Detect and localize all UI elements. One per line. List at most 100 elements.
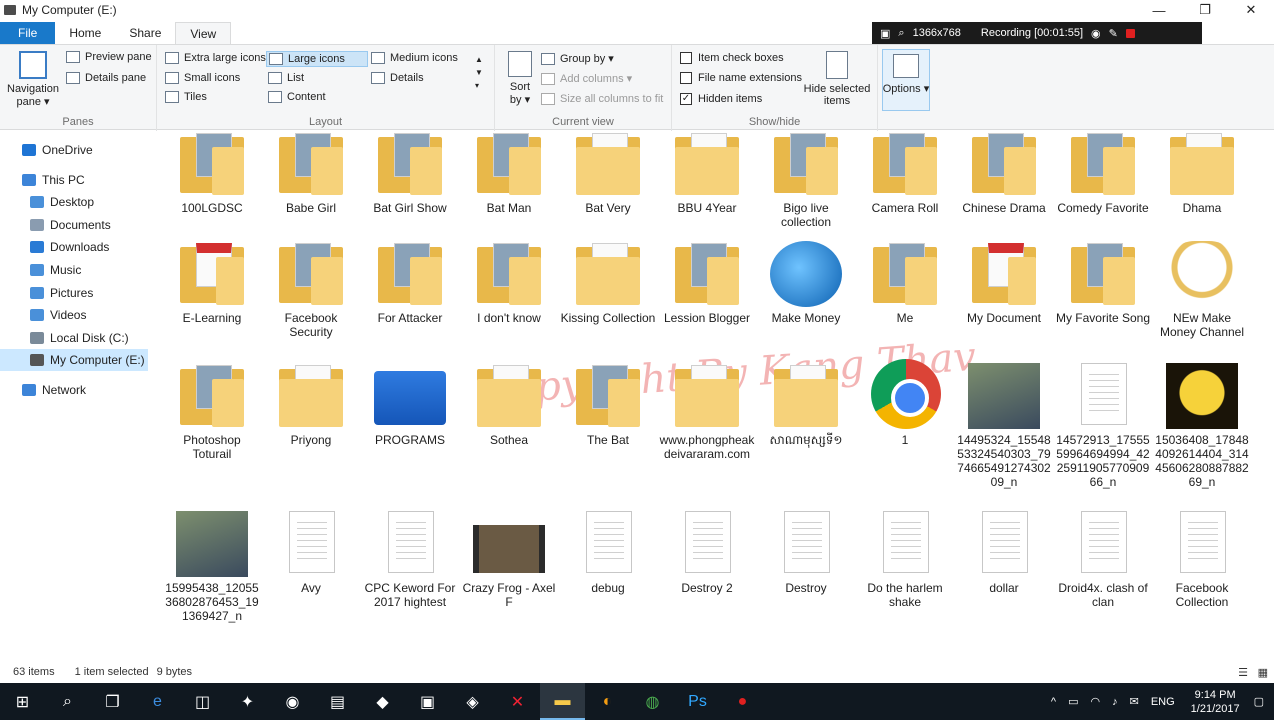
layout-tiles[interactable]: Tiles <box>165 91 207 103</box>
show-hidden-icons[interactable]: ^ <box>1051 696 1056 708</box>
language-indicator[interactable]: ENG <box>1151 696 1175 708</box>
minimize-button[interactable]: — <box>1136 0 1182 20</box>
add-columns-button[interactable]: Add columns ▾ <box>541 72 632 85</box>
clock[interactable]: 9:14 PM 1/21/2017 <box>1191 688 1240 716</box>
layout-content[interactable]: Content <box>268 91 326 103</box>
document-icon <box>671 511 743 575</box>
zoom-icon[interactable]: ⌕ <box>898 27 904 40</box>
file-name: Priyong <box>290 433 332 447</box>
tab-home[interactable]: Home <box>55 22 115 44</box>
tab-view[interactable]: View <box>175 22 232 44</box>
task-view-icon[interactable]: ❐ <box>90 683 135 720</box>
nav-item-onedrive[interactable]: OneDrive <box>0 139 148 161</box>
folder-icon <box>176 363 248 427</box>
file-name-extensions-checkbox[interactable] <box>680 72 692 84</box>
nav-item-music[interactable]: Music <box>0 259 148 281</box>
nav-item-pictures[interactable]: Pictures <box>0 282 148 304</box>
file-name: BBU 4Year <box>677 201 737 215</box>
recorder-icon[interactable]: ● <box>720 683 765 720</box>
tab-share[interactable]: Share <box>115 22 175 44</box>
nav-item-desktop[interactable]: Desktop <box>0 191 148 213</box>
folder-icon <box>770 363 842 427</box>
group-by-button[interactable]: Group by ▾ <box>541 52 614 65</box>
clock-time: 9:14 PM <box>1194 688 1236 701</box>
app-icon-2[interactable]: ◉ <box>270 683 315 720</box>
layout-extra-large-icons[interactable]: Extra large icons <box>165 52 266 64</box>
action-center-icon[interactable]: ▢ <box>1254 695 1264 708</box>
file-thumbnail-icon <box>473 511 545 575</box>
app-icon-5[interactable]: ▣ <box>405 683 450 720</box>
file-name: I don't know <box>477 311 541 325</box>
stop-icon[interactable] <box>1125 28 1135 38</box>
nav-item-network[interactable]: Network <box>0 379 148 401</box>
nav-item-this-pc[interactable]: This PC <box>0 169 148 191</box>
app-icon-1[interactable]: ✦ <box>225 683 270 720</box>
document-icon <box>374 511 446 575</box>
item-check-boxes-checkbox[interactable] <box>680 52 692 64</box>
notifications-icon[interactable]: ✉ <box>1130 695 1139 708</box>
folder-icon <box>572 241 644 305</box>
file-thumbnail-icon <box>374 363 446 427</box>
chrome-taskbar-icon[interactable]: ◍ <box>630 683 675 720</box>
details-pane-button[interactable]: Details pane <box>66 72 146 84</box>
options-button[interactable]: Options ▾ <box>882 49 930 111</box>
start-icon[interactable]: ⊞ <box>0 683 45 720</box>
extra-large-icons-icon <box>165 52 179 64</box>
layout-details[interactable]: Details <box>371 72 424 84</box>
nav-item-icon <box>22 174 36 186</box>
file-name: 1 <box>901 433 909 447</box>
maximize-button[interactable]: ❐ <box>1182 0 1228 20</box>
nav-item-documents[interactable]: Documents <box>0 214 148 236</box>
folder-icon <box>473 131 545 195</box>
file-name-extensions[interactable]: File name extensions <box>680 72 802 84</box>
layout-large-icons[interactable]: Large icons <box>266 51 368 67</box>
volume-icon[interactable]: ♪ <box>1112 696 1118 708</box>
edge-icon[interactable]: e <box>135 683 180 720</box>
window-controls: — ❐ ✕ <box>1136 0 1274 20</box>
app-icon-7[interactable]: ✕ <box>495 683 540 720</box>
search-icon[interactable]: ⌕ <box>45 683 90 720</box>
sort-by-button[interactable]: Sort by ▾ <box>505 51 535 106</box>
app-icon-4[interactable]: ◆ <box>360 683 405 720</box>
app-icon-6[interactable]: ◈ <box>450 683 495 720</box>
large-icons-view-icon[interactable]: ▦ <box>1258 666 1268 679</box>
file-name: NEw Make Money Channel <box>1159 311 1245 339</box>
hidden-items-checkbox[interactable]: ✓ <box>680 93 692 105</box>
navigation-pane-button[interactable]: Navigation pane ▾ <box>6 51 60 108</box>
details-view-icon[interactable]: ☰ <box>1238 666 1248 679</box>
layout-list[interactable]: List <box>268 72 304 84</box>
battery-icon[interactable]: ▭ <box>1068 695 1078 708</box>
layout-medium-icons[interactable]: Medium icons <box>371 52 458 64</box>
nav-item-icon <box>30 354 44 366</box>
layout-scroll-icon[interactable]: ▲ ▼ ▾ <box>475 53 483 92</box>
nav-item-local-disk-c[interactable]: Local Disk (C:) <box>0 327 148 349</box>
file-explorer-icon[interactable]: ▬ <box>540 683 585 720</box>
group-by-icon <box>541 52 555 65</box>
preview-pane-button[interactable]: Preview pane <box>66 51 152 63</box>
size-columns-button[interactable]: Size all columns to fit <box>541 93 663 105</box>
nav-item-my-computer-e[interactable]: My Computer (E:) <box>0 349 148 371</box>
file-name: 15036408_178484092614404_314456062808878… <box>1155 433 1249 489</box>
item-check-boxes[interactable]: Item check boxes <box>680 52 784 64</box>
folder-icon <box>473 241 545 305</box>
tab-file[interactable]: File <box>0 22 56 44</box>
clock-date: 1/21/2017 <box>1190 702 1240 715</box>
close-button[interactable]: ✕ <box>1228 0 1274 20</box>
store-icon[interactable]: ◫ <box>180 683 225 720</box>
folder-icon <box>572 363 644 427</box>
nav-item-videos[interactable]: Videos <box>0 304 148 326</box>
layout-label: Layout <box>308 116 343 128</box>
nav-item-downloads[interactable]: Downloads <box>0 236 148 258</box>
app-icon-3[interactable]: ▤ <box>315 683 360 720</box>
hide-selected-button[interactable]: Hide selected items <box>802 51 872 107</box>
app-icon-8[interactable]: ◐ <box>585 683 630 720</box>
hidden-items[interactable]: ✓ Hidden items <box>680 93 762 105</box>
layout-small-icons[interactable]: Small icons <box>165 72 240 84</box>
folder-icon <box>176 131 248 195</box>
screen-icon[interactable]: ▣ <box>880 27 890 40</box>
wifi-icon[interactable]: ◠ <box>1090 695 1100 708</box>
photoshop-icon[interactable]: Ps <box>675 683 720 720</box>
nav-item-icon <box>30 219 44 231</box>
camera-icon[interactable]: ◉ <box>1091 27 1101 40</box>
pen-icon[interactable]: ✎ <box>1109 27 1118 40</box>
